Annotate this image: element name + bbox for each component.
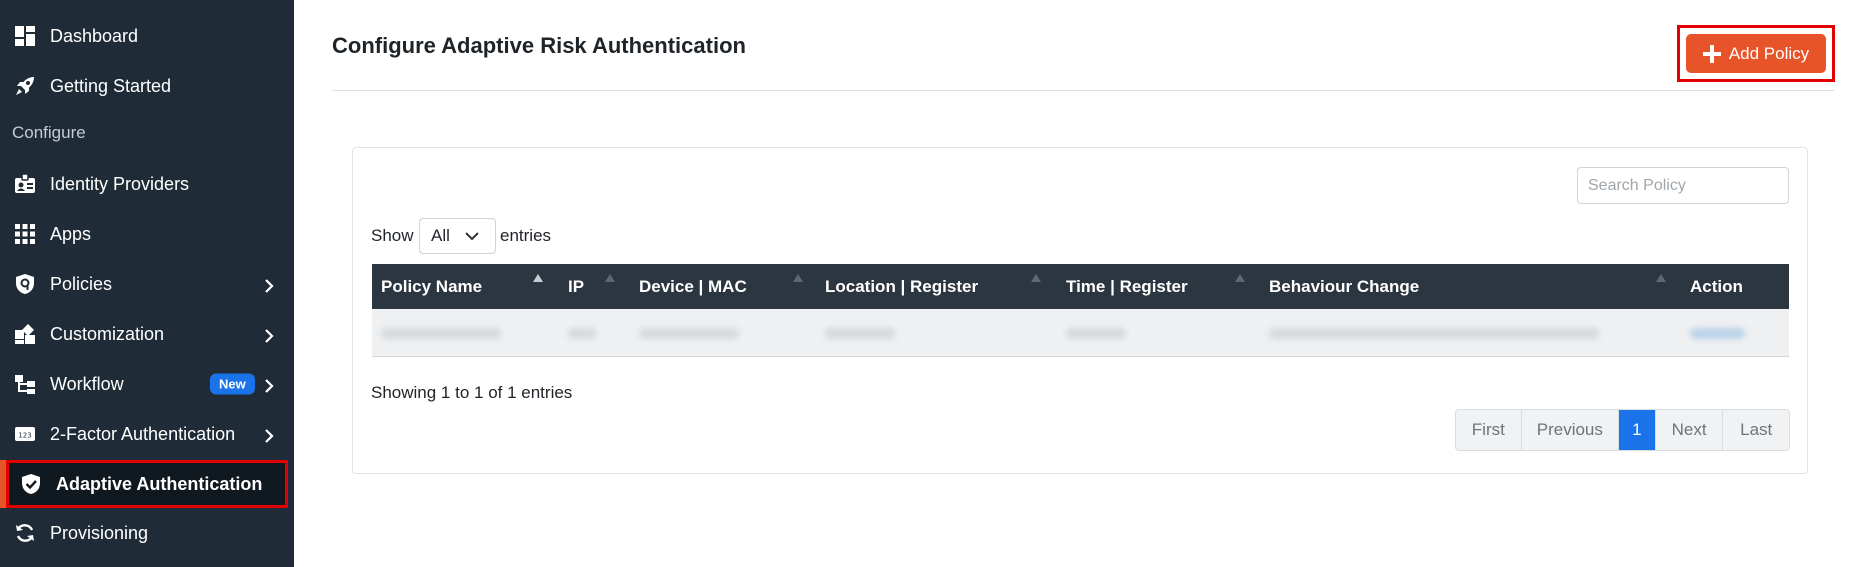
sidebar-item-workflow[interactable]: Workflow New bbox=[0, 364, 294, 404]
column-header-policy-name[interactable]: Policy Name bbox=[381, 264, 482, 309]
sidebar-item-apps[interactable]: Apps bbox=[0, 214, 294, 254]
blurred-cell bbox=[1066, 328, 1126, 339]
sidebar: Dashboard Getting Started Configure Iden… bbox=[0, 0, 294, 567]
sort-icon bbox=[1235, 274, 1245, 282]
column-header-location-register[interactable]: Location | Register bbox=[825, 264, 978, 309]
chevron-right-icon bbox=[262, 327, 276, 343]
svg-text:123: 123 bbox=[18, 432, 31, 440]
page-last-button[interactable]: Last bbox=[1723, 410, 1789, 450]
sidebar-item-label: 2-Factor Authentication bbox=[50, 423, 236, 444]
new-badge: New bbox=[210, 373, 255, 395]
column-header-ip[interactable]: IP bbox=[568, 264, 584, 309]
grid-icon bbox=[13, 222, 37, 246]
page-next-button[interactable]: Next bbox=[1656, 410, 1724, 450]
sidebar-item-label: Workflow bbox=[50, 373, 124, 394]
entries-select-value: All bbox=[431, 226, 450, 245]
sidebar-item-dashboard[interactable]: Dashboard bbox=[0, 16, 294, 56]
add-policy-button[interactable]: Add Policy bbox=[1686, 34, 1826, 73]
chevron-right-icon bbox=[262, 377, 276, 393]
blurred-cell bbox=[1269, 328, 1599, 339]
blurred-cell bbox=[381, 328, 501, 339]
blurred-cell bbox=[825, 328, 895, 339]
workflow-icon bbox=[13, 372, 37, 396]
chevron-right-icon bbox=[262, 427, 276, 443]
table-header: Policy Name IP Device | MAC Location | R… bbox=[372, 264, 1789, 309]
add-policy-highlight: Add Policy bbox=[1677, 25, 1835, 82]
blurred-action-link[interactable] bbox=[1690, 328, 1745, 339]
column-header-device-mac[interactable]: Device | MAC bbox=[639, 264, 747, 309]
page-title: Configure Adaptive Risk Authentication bbox=[332, 33, 746, 58]
sidebar-item-label: Getting Started bbox=[50, 75, 172, 96]
sidebar-section-configure: Configure bbox=[12, 123, 86, 142]
sidebar-item-label: Provisioning bbox=[50, 522, 149, 543]
sort-icon bbox=[793, 274, 803, 282]
entries-label: entries bbox=[500, 226, 552, 245]
puzzle-icon bbox=[13, 322, 37, 346]
dashboard-icon bbox=[13, 24, 37, 48]
sync-icon bbox=[13, 521, 37, 545]
show-label: Show bbox=[371, 226, 414, 245]
header-divider bbox=[332, 90, 1834, 91]
entries-select[interactable]: All bbox=[419, 218, 496, 254]
sidebar-item-label: Identity Providers bbox=[50, 173, 190, 194]
shield-check-icon bbox=[19, 472, 43, 496]
sidebar-item-label: Dashboard bbox=[50, 25, 139, 46]
sidebar-item-getting-started[interactable]: Getting Started bbox=[0, 66, 294, 106]
sort-icon bbox=[1656, 274, 1666, 282]
sort-asc-icon bbox=[533, 274, 543, 282]
sort-icon bbox=[605, 274, 615, 282]
sidebar-item-label: Apps bbox=[50, 223, 92, 244]
sidebar-item-provisioning[interactable]: Provisioning bbox=[0, 513, 294, 553]
sidebar-item-label: Policies bbox=[50, 273, 113, 294]
shield-lock-icon bbox=[13, 272, 37, 296]
blurred-cell bbox=[639, 328, 739, 339]
column-header-behaviour-change[interactable]: Behaviour Change bbox=[1269, 264, 1419, 309]
sidebar-item-policies[interactable]: Policies bbox=[0, 264, 294, 304]
add-policy-label: Add Policy bbox=[1728, 43, 1810, 63]
column-header-action: Action bbox=[1690, 276, 1743, 296]
chevron-down-icon bbox=[465, 232, 479, 241]
plus-icon bbox=[1702, 44, 1721, 63]
table-row[interactable] bbox=[372, 309, 1789, 357]
column-header-time-register[interactable]: Time | Register bbox=[1066, 264, 1188, 309]
id-badge-icon bbox=[13, 172, 37, 196]
sidebar-item-customization[interactable]: Customization bbox=[0, 314, 294, 354]
sidebar-item-2fa[interactable]: 123 2-Factor Authentication bbox=[0, 414, 294, 454]
sidebar-item-label: Adaptive Authentication bbox=[56, 473, 263, 494]
blurred-cell bbox=[568, 328, 596, 339]
page-previous-button[interactable]: Previous bbox=[1522, 410, 1620, 450]
chevron-right-icon bbox=[262, 277, 276, 293]
sort-icon bbox=[1031, 274, 1041, 282]
rocket-icon bbox=[13, 74, 37, 98]
page-first-button[interactable]: First bbox=[1456, 410, 1522, 450]
sidebar-item-label: Customization bbox=[50, 323, 165, 344]
sidebar-item-identity-providers[interactable]: Identity Providers bbox=[0, 164, 294, 204]
showing-entries-text: Showing 1 to 1 of 1 entries bbox=[371, 383, 573, 402]
search-policy-input[interactable] bbox=[1577, 167, 1789, 204]
keypad-icon: 123 bbox=[13, 422, 37, 446]
pagination: First Previous 1 Next Last bbox=[1455, 409, 1790, 451]
sidebar-item-adaptive-authentication[interactable]: Adaptive Authentication bbox=[6, 460, 288, 508]
page-1-button[interactable]: 1 bbox=[1619, 410, 1656, 450]
